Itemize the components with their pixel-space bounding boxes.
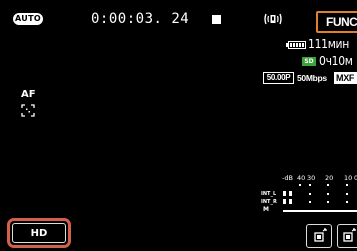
meter-peak-dot [309,193,311,195]
meter-peak-dot [346,201,348,203]
level-bar-left [289,191,292,196]
meter-m-bar [283,210,357,212]
playback-button[interactable] [306,224,332,248]
af-mode-label: AF [21,89,36,100]
meter-peak-dot [327,193,329,195]
stop-square-icon [212,15,221,24]
battery-remaining: 111мин [308,37,350,51]
meter-tick [299,184,301,186]
bitrate-label: 50Mbps [297,73,327,83]
meter-channel-label: INT_L [261,191,277,197]
hd-button-label: HD [12,223,66,243]
hd-button[interactable]: HD [7,218,71,248]
media-remaining: 0ч10м [319,54,353,68]
meter-scale-label: 10 [344,174,353,182]
playback-icon-2 [343,228,356,242]
auto-mode-badge: AUTO [13,13,43,25]
sd-card-badge: SD [302,57,316,66]
level-bar-right [283,199,286,204]
frame-rate-badge: 50.00P [263,72,294,84]
image-stabilizer-icon [264,13,282,25]
meter-tick [346,184,348,186]
playback-button-2[interactable] [337,224,357,248]
meter-peak-dot [327,201,329,203]
meter-scale-label: 20 [325,174,334,182]
level-bar-left [283,191,286,196]
meter-tick [327,184,329,186]
meter-channel-label: INT_R [261,199,277,205]
level-bar-right [289,199,292,204]
meter-tick [309,184,311,186]
af-frame-icon [21,104,35,117]
meter-channel-label: M [263,206,269,213]
meter-peak-dot [309,201,311,203]
meter-scale-label: 40 [297,174,306,182]
meter-scale-label: -dB [282,174,293,182]
meter-peak-dot [346,193,348,195]
meter-scale-label: 30 [307,174,316,182]
timecode: 0:00:03. 24 [91,11,190,27]
playback-icon [314,228,327,242]
func-button[interactable]: FUNC. [316,11,357,33]
format-badge: MXF [334,72,357,84]
battery-icon [286,41,306,49]
